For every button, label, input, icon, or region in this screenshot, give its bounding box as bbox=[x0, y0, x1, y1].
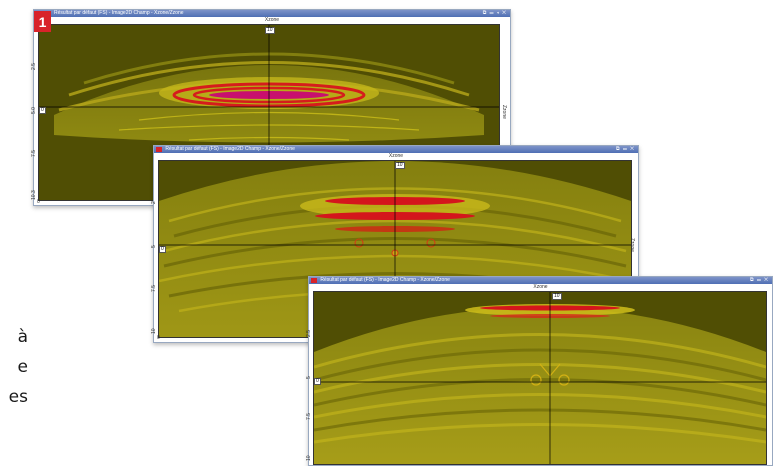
window-1-y-tick: 5.0 bbox=[31, 107, 37, 114]
window-3-y-tick: 5 bbox=[306, 376, 312, 379]
step-number-badge: 1 bbox=[34, 11, 51, 32]
window-1-cursor-top-value: 10 bbox=[265, 27, 275, 34]
window-3-y-tick: 10 bbox=[306, 455, 312, 461]
window-1-y-tick: 2.5 bbox=[31, 63, 37, 70]
window-2-y-tick: 5 bbox=[151, 245, 157, 248]
window-2-titlebar[interactable]: Résultat par défaut (FS) - Image2D Champ… bbox=[154, 146, 638, 153]
window-1-x-tick: 0 bbox=[37, 199, 40, 205]
window-2-title: Résultat par défaut (FS) - Image2D Champ… bbox=[165, 146, 295, 152]
field-image-window-3[interactable]: Résultat par défaut (FS) - Image2D Champ… bbox=[306, 276, 773, 466]
window-2-x-tick: 0 bbox=[157, 335, 160, 341]
window-3-cursor-left-value: 0 bbox=[314, 378, 321, 385]
window-1-controls[interactable]: ⧉ ▭ ◂ ✕ bbox=[483, 10, 507, 17]
window-3-y-tick: 2.5 bbox=[306, 330, 312, 337]
window-2-y-tick: 7.5 bbox=[151, 285, 157, 292]
side-text-fragments: à e es bbox=[0, 322, 28, 412]
window-1-x-axis-label: Xzone bbox=[264, 17, 280, 23]
window-2-y-tick: 2 bbox=[151, 201, 157, 204]
window-1-y-tick: 7.5 bbox=[31, 150, 37, 157]
window-1-title: Résultat par défaut (FS) - Image2D Champ… bbox=[54, 10, 184, 16]
side-text-line-2: e bbox=[17, 357, 28, 377]
window-3-title: Résultat par défaut (FS) - Image2D Champ… bbox=[320, 277, 450, 283]
window-1-cursor-left-value: 0 bbox=[39, 107, 46, 114]
window-2-x-axis-label: Xzone bbox=[388, 153, 404, 159]
window-2-y-tick: 10 bbox=[151, 328, 157, 334]
window-3-field-plot[interactable] bbox=[313, 291, 767, 465]
window-3-titlebar[interactable]: Résultat par défaut (FS) - Image2D Champ… bbox=[309, 277, 772, 284]
side-text-line-1: à bbox=[17, 327, 28, 347]
window-2-cursor-top-value: 10 bbox=[395, 162, 405, 169]
window-2-app-icon bbox=[156, 147, 162, 152]
window-3-controls[interactable]: ⧉ ▭ ✕ bbox=[750, 277, 769, 284]
window-1-titlebar[interactable]: Résultat par défaut (FS) - Image2D Champ… bbox=[34, 10, 510, 17]
window-2-z-axis-label: Zzone bbox=[629, 238, 635, 252]
window-3-field-image bbox=[314, 292, 766, 464]
window-3-x-axis-label: Xzone bbox=[533, 284, 548, 290]
side-text-line-3: es bbox=[8, 387, 28, 407]
window-3-y-tick: 7.5 bbox=[306, 413, 312, 420]
window-2-controls[interactable]: ⧉ ▭ ✕ bbox=[616, 146, 635, 153]
window-3-app-icon bbox=[311, 278, 317, 283]
window-2-cursor-left-value: 0 bbox=[159, 246, 166, 253]
window-3-cursor-top-value: 10 bbox=[552, 293, 562, 300]
window-1-z-axis-label: Zzone bbox=[501, 105, 507, 119]
